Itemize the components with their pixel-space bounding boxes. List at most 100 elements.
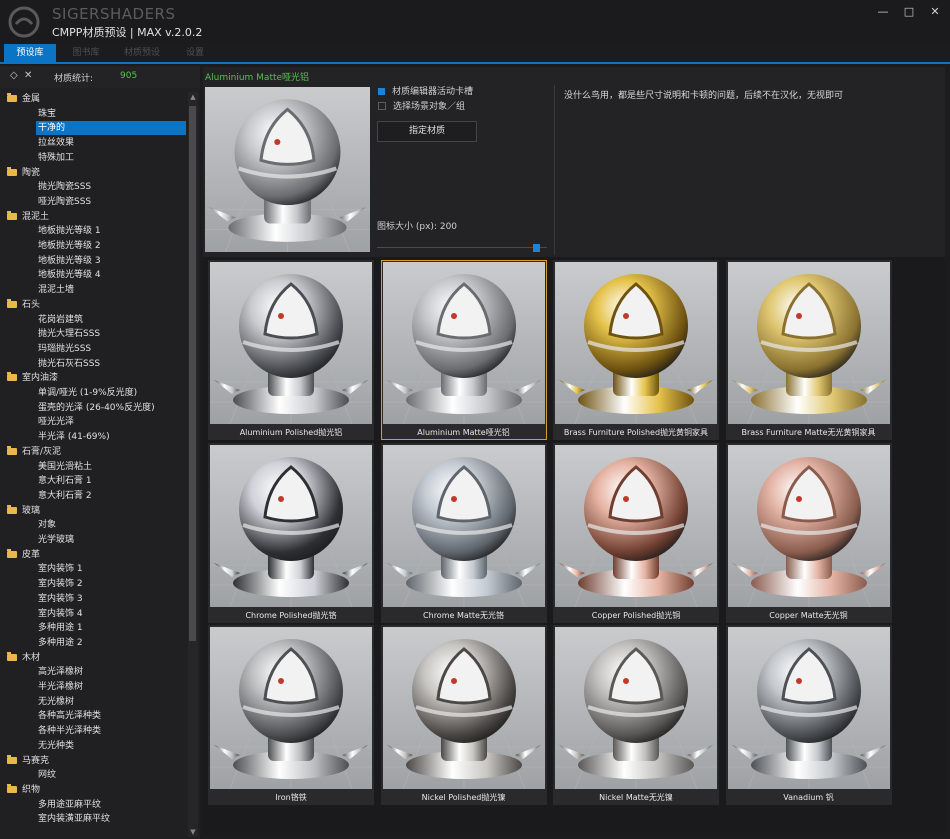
tree-item-label: 织物 xyxy=(22,784,41,795)
tree-item[interactable]: 多种用途 2 xyxy=(38,636,83,650)
tree-item[interactable]: 抛光石灰石SSS xyxy=(38,357,100,371)
tree-category[interactable]: 金属 xyxy=(7,92,40,106)
tree-item[interactable]: 地板抛光等级 2 xyxy=(38,239,101,253)
tree-item[interactable]: 蛋壳的光泽 (26-40%反光度) xyxy=(38,401,155,415)
material-ball-image xyxy=(210,444,372,607)
tree-category[interactable]: 木材 xyxy=(7,651,40,665)
select-scene-object-checkbox[interactable]: 选择场景对象／组 xyxy=(378,101,465,113)
slider-thumb[interactable] xyxy=(533,244,540,252)
tree-category[interactable]: 玻璃 xyxy=(7,504,40,518)
scrollbar-thumb[interactable] xyxy=(189,106,196,641)
tree-item[interactable]: 无光种类 xyxy=(38,739,74,753)
scroll-up-icon[interactable]: ▲ xyxy=(188,92,198,102)
tree-item-label: 皮革 xyxy=(22,549,41,560)
checkbox-unchecked-icon[interactable] xyxy=(378,102,386,110)
tree-item-label: 半光泽橡树 xyxy=(38,682,84,692)
checkbox-checked-icon[interactable] xyxy=(378,88,385,95)
tree-item[interactable]: 半光泽橡树 xyxy=(38,680,83,694)
clear-icon[interactable]: ✕ xyxy=(24,70,32,81)
assign-material-button[interactable]: 指定材质 xyxy=(377,121,477,142)
tree-item[interactable]: 多用途亚麻平纹 xyxy=(38,798,101,812)
tree-item[interactable]: 哑光光泽 xyxy=(38,415,74,429)
tab-book-library[interactable]: 图书库 xyxy=(60,44,112,62)
tree-item[interactable]: 各种半光泽种类 xyxy=(38,724,101,738)
expand-collapse-icon[interactable]: ◇ xyxy=(10,70,18,81)
material-thumbnail[interactable]: Brass Furniture Polished抛光黄铜家具 xyxy=(553,260,719,440)
material-thumbnail[interactable]: Brass Furniture Matte无光黄铜家具 xyxy=(725,260,892,440)
tree-item[interactable]: 玛瑙抛光SSS xyxy=(38,342,91,356)
tree-item[interactable]: 单调/哑光 (1-9%反光度) xyxy=(38,386,137,400)
tree-category[interactable]: 室内油漆 xyxy=(7,371,58,385)
minimize-button[interactable]: — xyxy=(872,4,894,20)
material-thumbnail[interactable]: Aluminium Polished抛光铝 xyxy=(208,260,374,440)
tree-item[interactable]: 珠宝 xyxy=(38,107,56,121)
maximize-button[interactable]: □ xyxy=(898,4,920,20)
tree-item[interactable]: 高光泽橡树 xyxy=(38,665,83,679)
tree-item[interactable]: 哑光陶瓷SSS xyxy=(38,195,91,209)
material-thumbnail[interactable]: Nickel Matte无光镍 xyxy=(553,625,719,805)
tree-item[interactable]: 无光橡树 xyxy=(38,695,74,709)
tree-category[interactable]: 织物 xyxy=(7,783,40,797)
tree-item[interactable]: 光学玻璃 xyxy=(38,533,74,547)
tree-item[interactable]: 地板抛光等级 1 xyxy=(38,224,101,238)
tree-item-label: 马赛克 xyxy=(22,755,50,766)
tree-item[interactable]: 地板抛光等级 4 xyxy=(38,268,101,282)
folder-icon xyxy=(7,651,17,661)
tree-category[interactable]: 石头 xyxy=(7,298,40,312)
tree-item[interactable]: 意大利石膏 1 xyxy=(38,474,92,488)
material-thumbnail[interactable]: Chrome Matte无光铬 xyxy=(380,442,547,623)
tree-item[interactable]: 室内装饰 4 xyxy=(38,607,83,621)
tree-item[interactable]: 特殊加工 xyxy=(38,151,74,165)
tab-material-presets[interactable]: 材质预设 xyxy=(114,44,170,62)
tree-item-label: 抛光大理石SSS xyxy=(38,329,101,340)
material-thumbnail[interactable]: Copper Polished抛光铜 xyxy=(553,442,719,623)
category-tree-scrollbar[interactable]: ▲ ▼ xyxy=(188,92,198,837)
material-thumbnail[interactable]: Nickel Polished抛光镍 xyxy=(380,625,547,805)
tree-category[interactable]: 皮革 xyxy=(7,548,40,562)
icon-size-slider[interactable] xyxy=(377,244,547,252)
tree-item-label: 各种半光泽种类 xyxy=(38,726,102,737)
slider-track[interactable] xyxy=(377,247,547,248)
tree-category[interactable]: 陶瓷 xyxy=(7,166,40,180)
tree-item[interactable]: 抛光陶瓷SSS xyxy=(38,180,91,194)
tree-item-label: 无光种类 xyxy=(38,740,75,751)
tree-item[interactable]: 对象 xyxy=(38,518,56,532)
tree-item[interactable]: 半光泽 (41-69%) xyxy=(38,430,110,444)
close-button[interactable]: ✕ xyxy=(924,4,946,20)
tree-item[interactable]: 各种高光泽种类 xyxy=(38,709,101,723)
tree-category[interactable]: 马赛克 xyxy=(7,754,49,768)
tree-item[interactable]: 混泥土墙 xyxy=(38,283,74,297)
material-thumbnail-grid: Aluminium Polished抛光铝 Aluminium Matte哑光铝… xyxy=(203,257,945,834)
tree-item[interactable]: 网纹 xyxy=(38,768,56,782)
tree-item-label: 单调/哑光 (1-9%反光度) xyxy=(38,388,138,398)
material-thumbnail[interactable]: Aluminium Matte哑光铝 xyxy=(380,260,547,440)
material-thumbnail[interactable]: Vanadium 钒 xyxy=(725,625,892,805)
tree-item[interactable]: 抛光大理石SSS xyxy=(38,327,100,341)
material-thumbnail[interactable]: Copper Matte无光铜 xyxy=(725,442,892,623)
tree-item-label: 抛光石灰石SSS xyxy=(38,358,101,369)
tree-item[interactable]: 多种用途 1 xyxy=(38,621,83,635)
material-thumbnail[interactable]: Chrome Polished抛光铬 xyxy=(208,442,374,623)
tree-item[interactable]: 室内装饰 2 xyxy=(38,577,83,591)
folder-icon xyxy=(7,754,17,764)
tree-item-label: 室内装饰 1 xyxy=(38,564,83,575)
panel-divider xyxy=(554,85,555,255)
tree-item[interactable]: 意大利石膏 2 xyxy=(38,489,92,503)
tree-item[interactable]: 干净的 xyxy=(36,121,186,136)
tree-item[interactable]: 拉丝效果 xyxy=(38,136,74,150)
tab-settings[interactable]: 设置 xyxy=(172,44,218,62)
tab-preset-library[interactable]: 预设库 xyxy=(4,44,56,62)
material-editor-slot-checkbox[interactable]: 材质编辑器活动卡槽 xyxy=(378,86,473,98)
tree-item[interactable]: 地板抛光等级 3 xyxy=(38,254,101,268)
tree-category[interactable]: 混泥土 xyxy=(7,210,49,224)
scroll-down-icon[interactable]: ▼ xyxy=(188,827,198,837)
material-thumbnail[interactable]: Iron铬铁 xyxy=(208,625,374,805)
tree-item[interactable]: 室内装饰 1 xyxy=(38,562,83,576)
folder-icon xyxy=(7,548,17,558)
material-description: 没什么鸟用，都是些尺寸说明和卡顿的问题，后续不在汉化，无视即可 xyxy=(564,91,844,101)
tree-item[interactable]: 花岗岩建筑 xyxy=(38,313,83,327)
tree-item[interactable]: 室内装潢亚麻平纹 xyxy=(38,812,110,826)
tree-category[interactable]: 石膏/灰泥 xyxy=(7,445,61,459)
tree-item[interactable]: 美国光滑粘土 xyxy=(38,460,92,474)
tree-item[interactable]: 室内装饰 3 xyxy=(38,592,83,606)
